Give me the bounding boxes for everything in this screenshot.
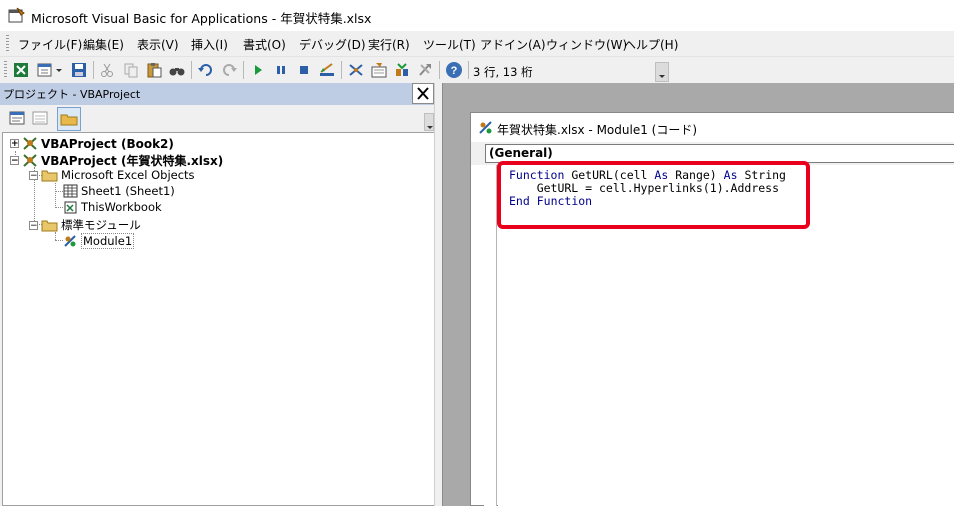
help-icon[interactable]: ? — [445, 61, 463, 79]
open-folder-icon — [41, 170, 58, 182]
view-object-icon[interactable] — [31, 109, 49, 127]
pane-toolbar-options-button[interactable] — [424, 113, 434, 131]
collapse-toggle[interactable]: − — [29, 170, 38, 180]
tree-item-thisworkbook[interactable]: ThisWorkbook — [63, 200, 162, 214]
code-window-title: 年賀状特集.xlsx - Module1 (コード) — [497, 123, 698, 137]
tree-item-excel-objects-folder[interactable]: − Microsoft Excel Objects — [29, 168, 195, 182]
paste-icon[interactable] — [145, 61, 163, 79]
menu-run[interactable]: 実行(R) — [368, 36, 410, 53]
project-pane-close-button[interactable] — [412, 83, 434, 104]
view-code-icon[interactable] — [8, 109, 26, 127]
collapse-toggle[interactable]: − — [10, 156, 19, 166]
reset-icon[interactable] — [295, 61, 313, 79]
properties-icon[interactable] — [370, 61, 388, 79]
toolbar-separator — [191, 61, 192, 79]
menu-addins[interactable]: アドイン(A) — [480, 36, 546, 53]
toolbox-icon[interactable] — [416, 61, 434, 79]
toolbar-options-button[interactable] — [655, 62, 669, 82]
menu-file[interactable]: ファイル(F) — [18, 36, 82, 53]
undo-icon[interactable] — [197, 61, 215, 79]
menu-insert[interactable]: 挿入(I) — [191, 36, 228, 53]
collapse-toggle[interactable]: − — [29, 220, 38, 230]
menu-bar: ファイル(F) 編集(E) 表示(V) 挿入(I) 書式(O) デバッグ(D) … — [0, 31, 954, 57]
cursor-position-readout: 3 行, 13 桁 — [473, 65, 533, 79]
workbook-icon — [64, 201, 77, 214]
tree-item-standard-modules-folder[interactable]: − 標準モジュール — [29, 217, 141, 233]
tree-item-label: Sheet1 (Sheet1) — [81, 184, 175, 198]
code-margin-indicator-bar[interactable] — [484, 165, 497, 506]
open-folder-icon — [41, 220, 58, 232]
tree-item-nengajo-project[interactable]: − VBAProject (年賀状特集.xlsx) — [10, 152, 223, 169]
tree-item-sheet1[interactable]: Sheet1 (Sheet1) — [63, 184, 175, 198]
object-combo-value: (General) — [489, 146, 553, 160]
toolbar-separator — [468, 61, 469, 79]
vba-project-icon — [23, 137, 37, 150]
insert-module-icon[interactable] — [36, 61, 54, 79]
redo-icon[interactable] — [220, 61, 238, 79]
tree-item-module1[interactable]: Module1 — [63, 233, 135, 249]
module-icon — [64, 235, 76, 247]
toggle-folders-button[interactable] — [57, 107, 81, 131]
tree-item-label: Microsoft Excel Objects — [61, 168, 195, 182]
menu-format[interactable]: 書式(O) — [243, 36, 286, 53]
menu-window[interactable]: ウィンドウ(W) — [546, 36, 627, 53]
project-explorer-icon[interactable] — [347, 61, 365, 79]
toolbar-separator — [243, 61, 244, 79]
expand-toggle[interactable]: + — [10, 139, 19, 149]
project-tree[interactable]: + VBAProject (Book2) − VBAProject (年賀状特集… — [2, 132, 434, 506]
vba-project-icon — [23, 154, 37, 167]
menu-bar-grip[interactable] — [6, 35, 9, 53]
toolbar-separator — [341, 61, 342, 79]
chevron-down-icon[interactable] — [54, 61, 64, 79]
menu-debug[interactable]: デバッグ(D) — [299, 36, 366, 53]
cut-icon[interactable] — [98, 61, 116, 79]
tree-item-book2-project[interactable]: + VBAProject (Book2) — [10, 136, 174, 151]
toolbar-separator — [93, 61, 94, 79]
vba-app-icon[interactable] — [8, 7, 26, 24]
excel-view-icon[interactable] — [12, 61, 30, 79]
tree-item-label: 標準モジュール — [61, 218, 141, 232]
toolbar-grip[interactable] — [4, 61, 7, 79]
close-icon — [417, 87, 429, 100]
menu-help[interactable]: ヘルプ(H) — [624, 36, 678, 53]
project-pane-toolbar — [0, 105, 434, 132]
design-mode-icon[interactable] — [318, 61, 336, 79]
toolbar-separator — [439, 61, 440, 79]
menu-edit[interactable]: 編集(E) — [83, 36, 124, 53]
save-icon[interactable] — [70, 61, 88, 79]
menu-tools[interactable]: ツール(T) — [423, 36, 476, 53]
worksheet-icon — [63, 184, 78, 198]
project-pane-title: プロジェクト - VBAProject — [3, 88, 141, 101]
tree-item-label: VBAProject (年賀状特集.xlsx) — [41, 154, 224, 168]
object-browser-icon[interactable] — [393, 61, 411, 79]
run-icon[interactable] — [249, 61, 267, 79]
tree-item-label: Module1 — [81, 233, 135, 249]
menu-view[interactable]: 表示(V) — [137, 36, 179, 53]
break-icon[interactable] — [272, 61, 290, 79]
tree-item-label: ThisWorkbook — [81, 200, 162, 214]
svg-text:?: ? — [451, 65, 458, 77]
standard-toolbar: ? 3 行, 13 桁 — [0, 57, 669, 83]
window-title: Microsoft Visual Basic for Applications … — [31, 11, 372, 26]
tree-item-label: VBAProject (Book2) — [41, 136, 174, 151]
pane-splitter[interactable] — [434, 83, 442, 506]
module-icon — [478, 120, 494, 135]
copy-icon[interactable] — [122, 61, 140, 79]
find-icon[interactable] — [168, 61, 186, 79]
annotation-highlight-box — [497, 161, 810, 229]
